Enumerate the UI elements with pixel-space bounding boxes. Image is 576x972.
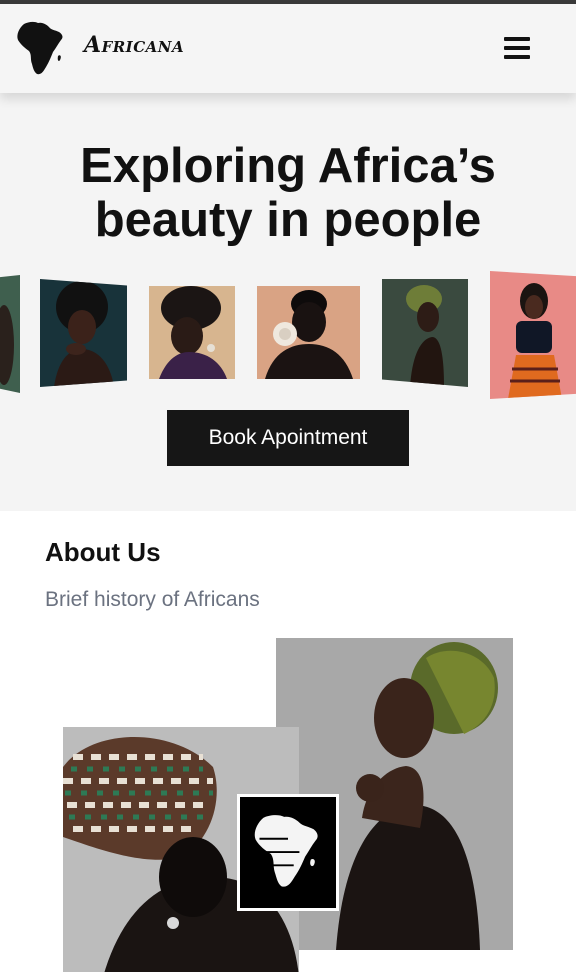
about-title: About Us	[45, 537, 161, 567]
hero-title-line-2: beauty in people	[94, 193, 482, 247]
gallery-image[interactable]	[0, 275, 20, 393]
site-header: Africana	[0, 4, 576, 93]
gallery-image[interactable]	[382, 279, 468, 387]
gallery-image[interactable]	[257, 286, 360, 379]
africa-map-icon[interactable]	[14, 18, 66, 78]
book-appointment-button[interactable]: Book Apointment	[167, 410, 409, 466]
gallery-image[interactable]	[40, 279, 127, 387]
hamburger-menu-icon[interactable]	[500, 37, 534, 67]
hero-title-line-1: Exploring Africa’s	[80, 139, 496, 193]
brand-name[interactable]: Africana	[84, 32, 184, 58]
hero-section: Exploring Africa’s beauty in people Book…	[0, 93, 576, 511]
gallery-image[interactable]	[490, 271, 576, 399]
about-section: About Us Brief history of Africans	[0, 511, 576, 972]
gallery-image[interactable]	[149, 286, 235, 379]
hero-title: Exploring Africa’s beauty in people	[0, 139, 576, 247]
africa-map-icon	[237, 794, 339, 911]
about-subtitle: Brief history of Africans	[45, 588, 260, 611]
